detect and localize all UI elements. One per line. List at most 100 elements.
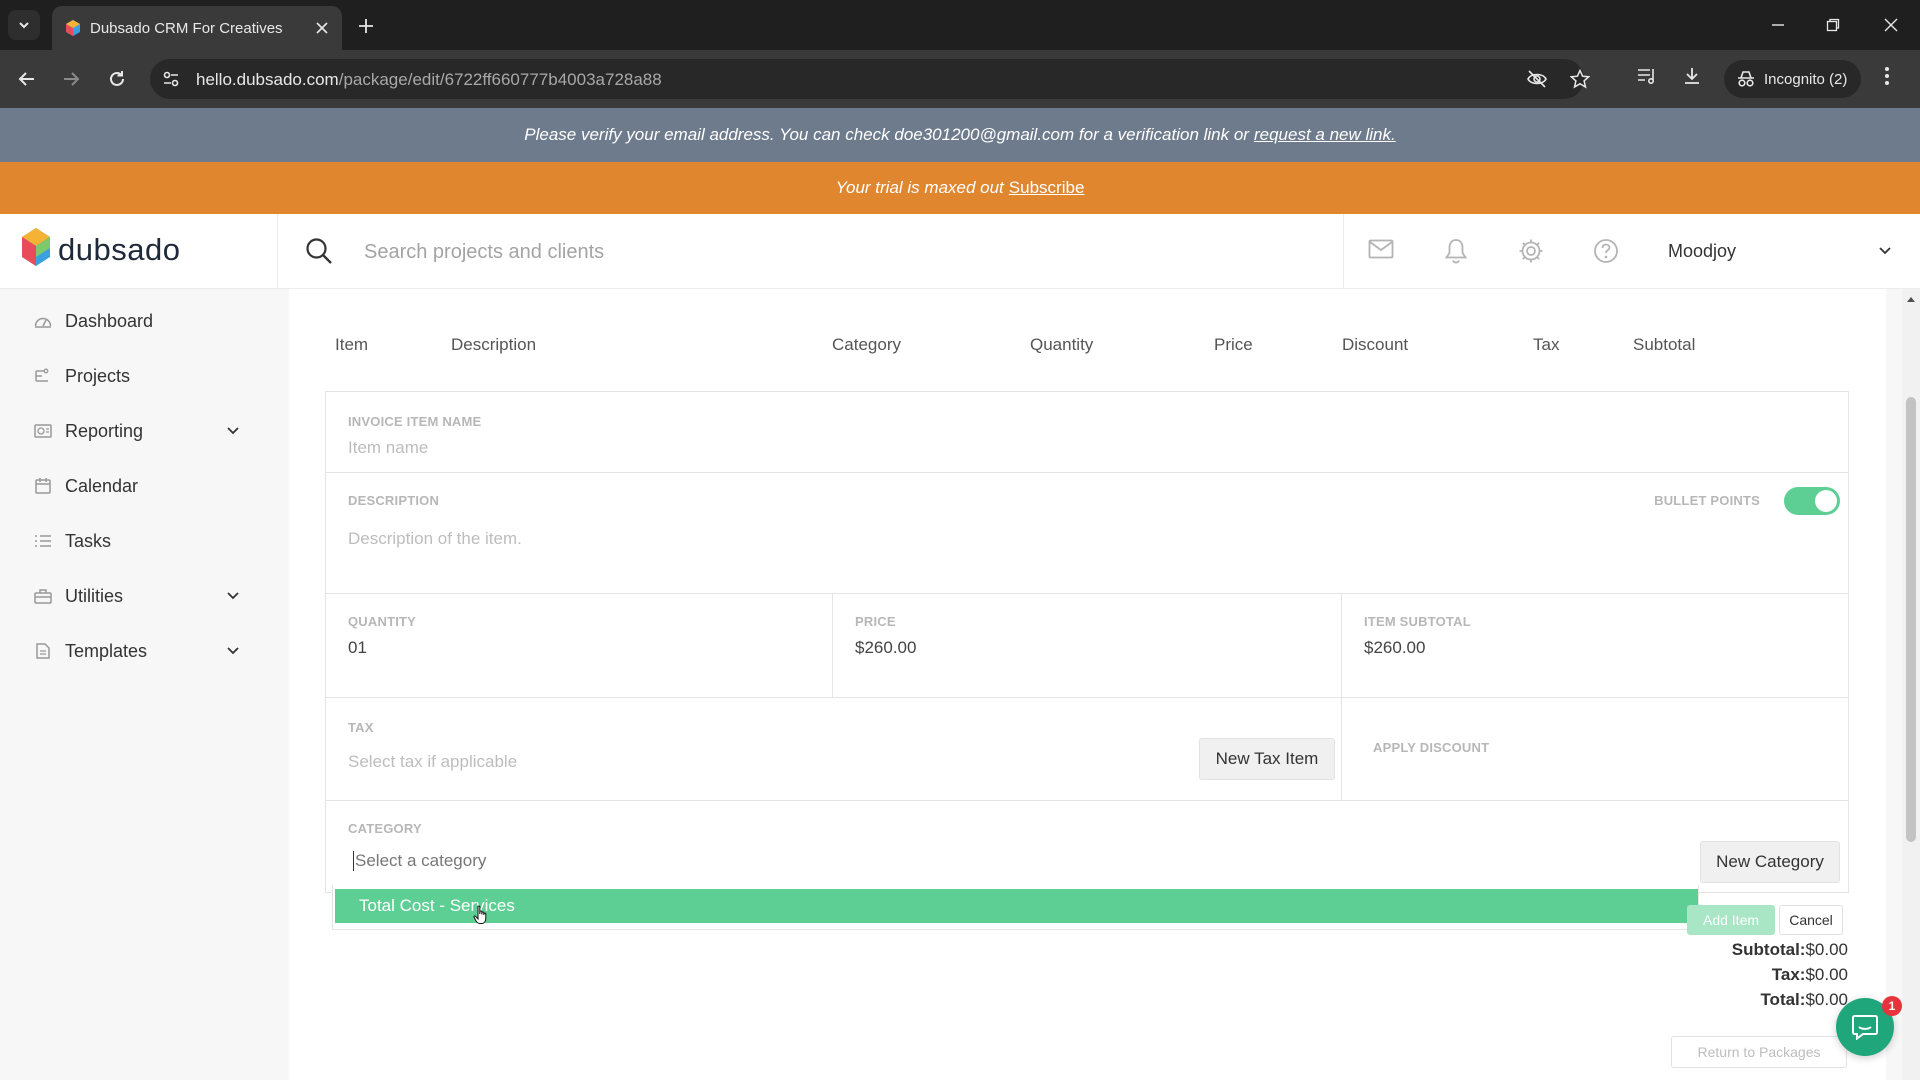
subscribe-link[interactable]: Subscribe	[1009, 178, 1085, 198]
reporting-icon	[34, 423, 52, 439]
incognito-label: Incognito (2)	[1764, 70, 1848, 88]
scrollbar-thumb[interactable]	[1906, 397, 1916, 842]
dubsado-logo[interactable]: dubsado	[22, 228, 180, 272]
invoice-item-form: INVOICE ITEM NAME Item name DESCRIPTION …	[325, 391, 1849, 893]
item-subtotal-label: ITEM SUBTOTAL	[1364, 614, 1471, 629]
logo-text: dubsado	[58, 232, 181, 267]
apply-discount-label: APPLY DISCOUNT	[1373, 740, 1490, 755]
item-name-input[interactable]: Item name	[348, 438, 428, 458]
new-category-button[interactable]: New Category	[1700, 841, 1840, 883]
sidebar-item-label: Tasks	[65, 531, 112, 551]
site-settings-icon[interactable]	[162, 70, 180, 88]
category-select[interactable]: Select a category	[353, 851, 486, 871]
trial-text: Your trial is maxed out	[835, 178, 1004, 197]
new-tax-item-button[interactable]: New Tax Item	[1199, 738, 1335, 780]
bookmark-star-icon[interactable]	[1570, 69, 1590, 89]
tax-total-value: $0.00	[1805, 965, 1848, 984]
subtotal-label: Subtotal:	[1731, 940, 1806, 959]
bullet-points-toggle[interactable]	[1784, 487, 1840, 515]
bell-icon[interactable]	[1444, 238, 1468, 264]
sidebar-item-label: Templates	[65, 641, 148, 661]
sidebar-item-reporting[interactable]: Reporting	[0, 409, 288, 453]
sidebar-item-tasks[interactable]: Tasks	[0, 519, 288, 563]
tax-cell: TAX Select tax if applicable New Tax Ite…	[326, 698, 1342, 800]
tasks-icon	[34, 533, 52, 549]
description-input[interactable]: Description of the item.	[348, 529, 522, 549]
search-input[interactable]	[364, 234, 1284, 270]
total-line: Total:$0.00	[1732, 987, 1848, 1012]
category-option[interactable]: Total Cost - Services	[335, 889, 1698, 924]
search-icon[interactable]	[305, 237, 333, 265]
price-input[interactable]: $260.00	[855, 638, 916, 658]
chevron-down-icon[interactable]	[226, 590, 240, 602]
back-arrow-icon[interactable]	[12, 64, 42, 94]
dubsado-logo-icon	[22, 228, 50, 266]
close-window-icon[interactable]	[1876, 12, 1906, 38]
chevron-down-icon	[19, 22, 29, 29]
toggle-knob	[1815, 490, 1837, 512]
user-menu-name[interactable]: Moodjoy	[1668, 241, 1736, 262]
scrollbar[interactable]	[1902, 289, 1920, 1080]
quantity-cell[interactable]: QUANTITY 01	[326, 594, 833, 697]
subtotal-value: $0.00	[1805, 940, 1848, 959]
scroll-up-arrow-icon[interactable]	[1906, 295, 1916, 303]
category-dropdown: Total Cost - Services	[332, 885, 1699, 930]
chevron-down-icon[interactable]	[1878, 244, 1892, 258]
browser-tab-bar: Dubsado CRM For Creatives	[0, 0, 1920, 50]
eye-off-icon[interactable]	[1526, 69, 1548, 89]
forward-arrow-icon[interactable]	[56, 64, 86, 94]
close-tab-icon[interactable]	[312, 18, 332, 38]
sidebar-item-templates[interactable]: Templates	[0, 629, 288, 673]
sidebar-item-calendar[interactable]: Calendar	[0, 464, 288, 508]
item-subtotal-value: $260.00	[1364, 638, 1426, 657]
chat-notification-badge: 1	[1882, 996, 1902, 1016]
reload-icon[interactable]	[102, 64, 132, 94]
apply-discount-cell[interactable]: APPLY DISCOUNT	[1342, 698, 1850, 800]
sidebar-item-projects[interactable]: Projects	[0, 354, 288, 398]
more-menu-icon[interactable]	[1884, 66, 1890, 86]
return-to-packages-button[interactable]: Return to Packages	[1671, 1036, 1847, 1068]
media-queue-icon[interactable]	[1636, 66, 1658, 86]
browser-tab[interactable]: Dubsado CRM For Creatives	[52, 6, 342, 50]
sidebar-item-utilities[interactable]: Utilities	[0, 574, 288, 618]
verify-text: Please verify your email address. You ca…	[524, 125, 1249, 144]
quantity-input[interactable]: 01	[348, 638, 367, 658]
sidebar-item-label: Projects	[65, 366, 131, 386]
mail-icon[interactable]	[1368, 238, 1394, 260]
download-icon[interactable]	[1682, 66, 1702, 86]
header-divider	[277, 214, 278, 289]
description-row: DESCRIPTION Description of the item. BUL…	[326, 473, 1848, 594]
price-cell[interactable]: PRICE $260.00	[833, 594, 1342, 697]
column-header-tax: Tax	[1533, 335, 1560, 354]
cancel-button[interactable]: Cancel	[1779, 905, 1843, 935]
sidebar-item-label: Calendar	[65, 476, 139, 496]
tab-title: Dubsado CRM For Creatives	[90, 20, 283, 37]
description-label: DESCRIPTION	[348, 493, 440, 508]
gear-icon[interactable]	[1518, 238, 1544, 264]
incognito-badge[interactable]: Incognito (2)	[1724, 60, 1862, 98]
restore-icon[interactable]	[1818, 12, 1848, 38]
item-name-row[interactable]: INVOICE ITEM NAME Item name	[326, 392, 1848, 473]
address-bar[interactable]: hello.dubsado.com/package/edit/6722ff660…	[150, 59, 1590, 99]
calendar-icon	[34, 478, 52, 494]
chat-icon	[1852, 1015, 1878, 1040]
chevron-down-icon[interactable]	[226, 425, 240, 437]
new-tab-icon[interactable]	[352, 12, 380, 40]
templates-icon	[34, 643, 52, 659]
chevron-down-icon[interactable]	[226, 645, 240, 657]
minimize-icon[interactable]	[1763, 12, 1793, 38]
sidebar-item-label: Dashboard	[65, 311, 154, 331]
price-label: PRICE	[855, 614, 896, 629]
add-item-button[interactable]: Add Item	[1687, 905, 1775, 935]
sidebar-item-label: Reporting	[65, 421, 144, 441]
request-new-link[interactable]: request a new link.	[1254, 125, 1396, 145]
sidebar: Dashboard Projects Reporting Calendar Ta…	[0, 289, 288, 1080]
utilities-icon	[34, 588, 52, 604]
sidebar-item-dashboard[interactable]: Dashboard	[0, 299, 288, 343]
dubsado-favicon-icon	[66, 20, 80, 36]
help-icon[interactable]	[1593, 238, 1619, 264]
tab-list-button[interactable]	[8, 10, 40, 40]
total-value: $0.00	[1805, 990, 1848, 1009]
tax-select[interactable]: Select tax if applicable	[348, 752, 517, 772]
column-header-description: Description	[451, 335, 537, 354]
